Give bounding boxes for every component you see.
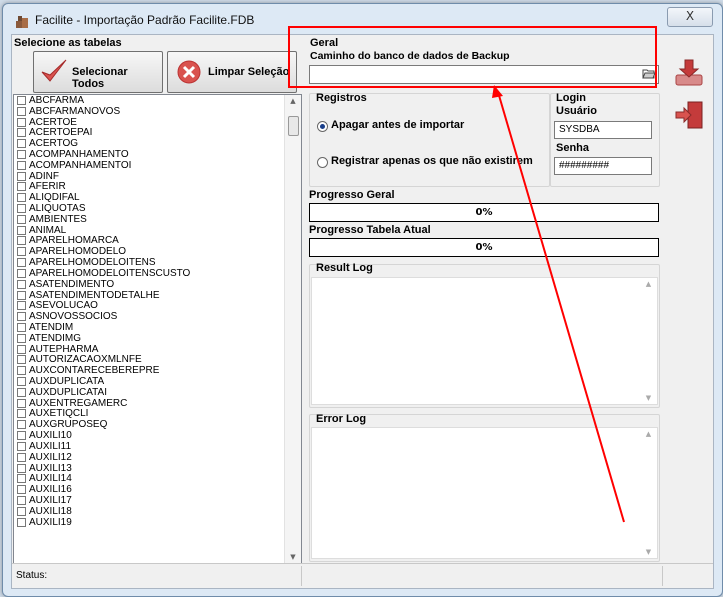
annotation-overlay [288, 26, 657, 523]
annotation-highlight-box [288, 26, 657, 88]
annotation-arrow-line [497, 91, 625, 523]
